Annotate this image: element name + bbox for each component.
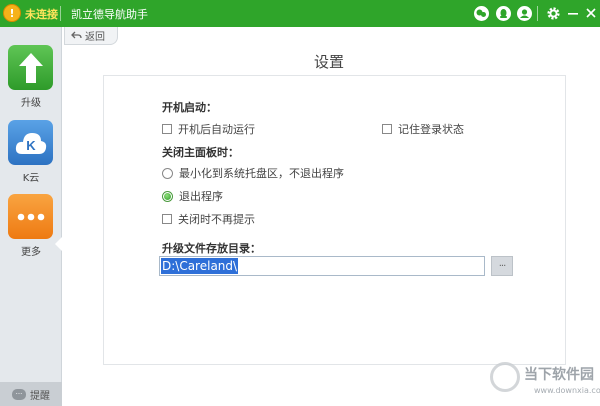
reminder-button[interactable]: ··· 提醒 (0, 382, 62, 406)
settings-panel: 开机启动： 开机后自动运行 记住登录状态 关闭主面板时： 最小化到系统托盘区，不… (103, 75, 566, 365)
upgrade-icon (8, 45, 53, 90)
back-button[interactable]: 返回 (64, 27, 118, 45)
checkbox-box[interactable] (162, 124, 172, 134)
radio-button-selected[interactable] (162, 190, 173, 202)
sidebar-item-k-cloud[interactable]: K K云 (0, 120, 62, 192)
watermark-logo-icon (490, 362, 520, 392)
no-prompt-checkbox[interactable]: 关闭时不再提示 (162, 211, 255, 227)
checkbox-box[interactable] (382, 124, 392, 134)
upgrade-dir-section-title: 升级文件存放目录： (162, 242, 261, 255)
k-cloud-icon: K (8, 120, 53, 165)
title-divider-right (537, 6, 538, 21)
auto-run-label: 开机后自动运行 (178, 123, 255, 136)
back-label: 返回 (85, 32, 105, 43)
close-icon[interactable] (582, 4, 600, 22)
exit-program-radio[interactable]: 退出程序 (162, 188, 223, 204)
back-arrow-icon (71, 31, 82, 39)
minimize-tray-label: 最小化到系统托盘区，不退出程序 (179, 167, 344, 180)
no-prompt-label: 关闭时不再提示 (178, 213, 255, 226)
startup-section-title: 开机启动： (162, 101, 217, 114)
sidebar-item-more[interactable]: 更多 (0, 194, 62, 266)
title-bar: ! 未连接 凯立德导航助手 (0, 0, 600, 27)
svg-text:K: K (26, 138, 36, 153)
reminder-label: 提醒 (30, 390, 50, 402)
close-panel-section-title: 关闭主面板时： (162, 146, 239, 159)
upgrade-dir-value[interactable]: D:\Careland\ (161, 258, 239, 274)
radio-button[interactable] (162, 167, 173, 179)
chat-icon[interactable] (472, 4, 490, 22)
minimize-icon[interactable] (564, 4, 582, 22)
sidebar: 升级 K K云 更多 ··· 提醒 (0, 27, 62, 406)
watermark: 当下软件园 www.downxia.com (482, 362, 600, 406)
page-title: 设置 (314, 53, 345, 71)
remember-login-checkbox[interactable]: 记住登录状态 (382, 121, 464, 137)
watermark-text: 当下软件园 (524, 367, 594, 383)
sidebar-item-label: K云 (22, 173, 40, 184)
main-content: 返回 设置 开机启动： 开机后自动运行 记住登录状态 关闭主面板时： 最小化到系… (62, 27, 600, 406)
gear-icon[interactable] (544, 4, 562, 22)
checkbox-box[interactable] (162, 214, 172, 224)
upgrade-dir-input[interactable]: D:\Careland\ (159, 256, 485, 276)
user-icon[interactable] (515, 4, 533, 22)
exit-program-label: 退出程序 (179, 190, 223, 203)
app-title: 凯立德导航助手 (71, 8, 148, 21)
watermark-url: www.downxia.com (534, 386, 600, 395)
sidebar-item-upgrade[interactable]: 升级 (0, 45, 62, 117)
title-divider (60, 6, 61, 21)
more-icon (8, 194, 53, 239)
speech-bubble-icon: ··· (12, 388, 26, 400)
auto-run-checkbox[interactable]: 开机后自动运行 (162, 121, 255, 137)
connection-status[interactable]: 未连接 (25, 6, 58, 22)
active-indicator (55, 237, 62, 251)
browse-button[interactable]: ··· (491, 256, 513, 276)
sidebar-item-label: 更多 (21, 247, 41, 258)
qq-icon[interactable] (494, 4, 512, 22)
remember-login-label: 记住登录状态 (398, 123, 464, 136)
minimize-tray-radio[interactable]: 最小化到系统托盘区，不退出程序 (162, 165, 344, 181)
warning-icon[interactable]: ! (3, 4, 21, 22)
sidebar-item-label: 升级 (21, 98, 41, 109)
